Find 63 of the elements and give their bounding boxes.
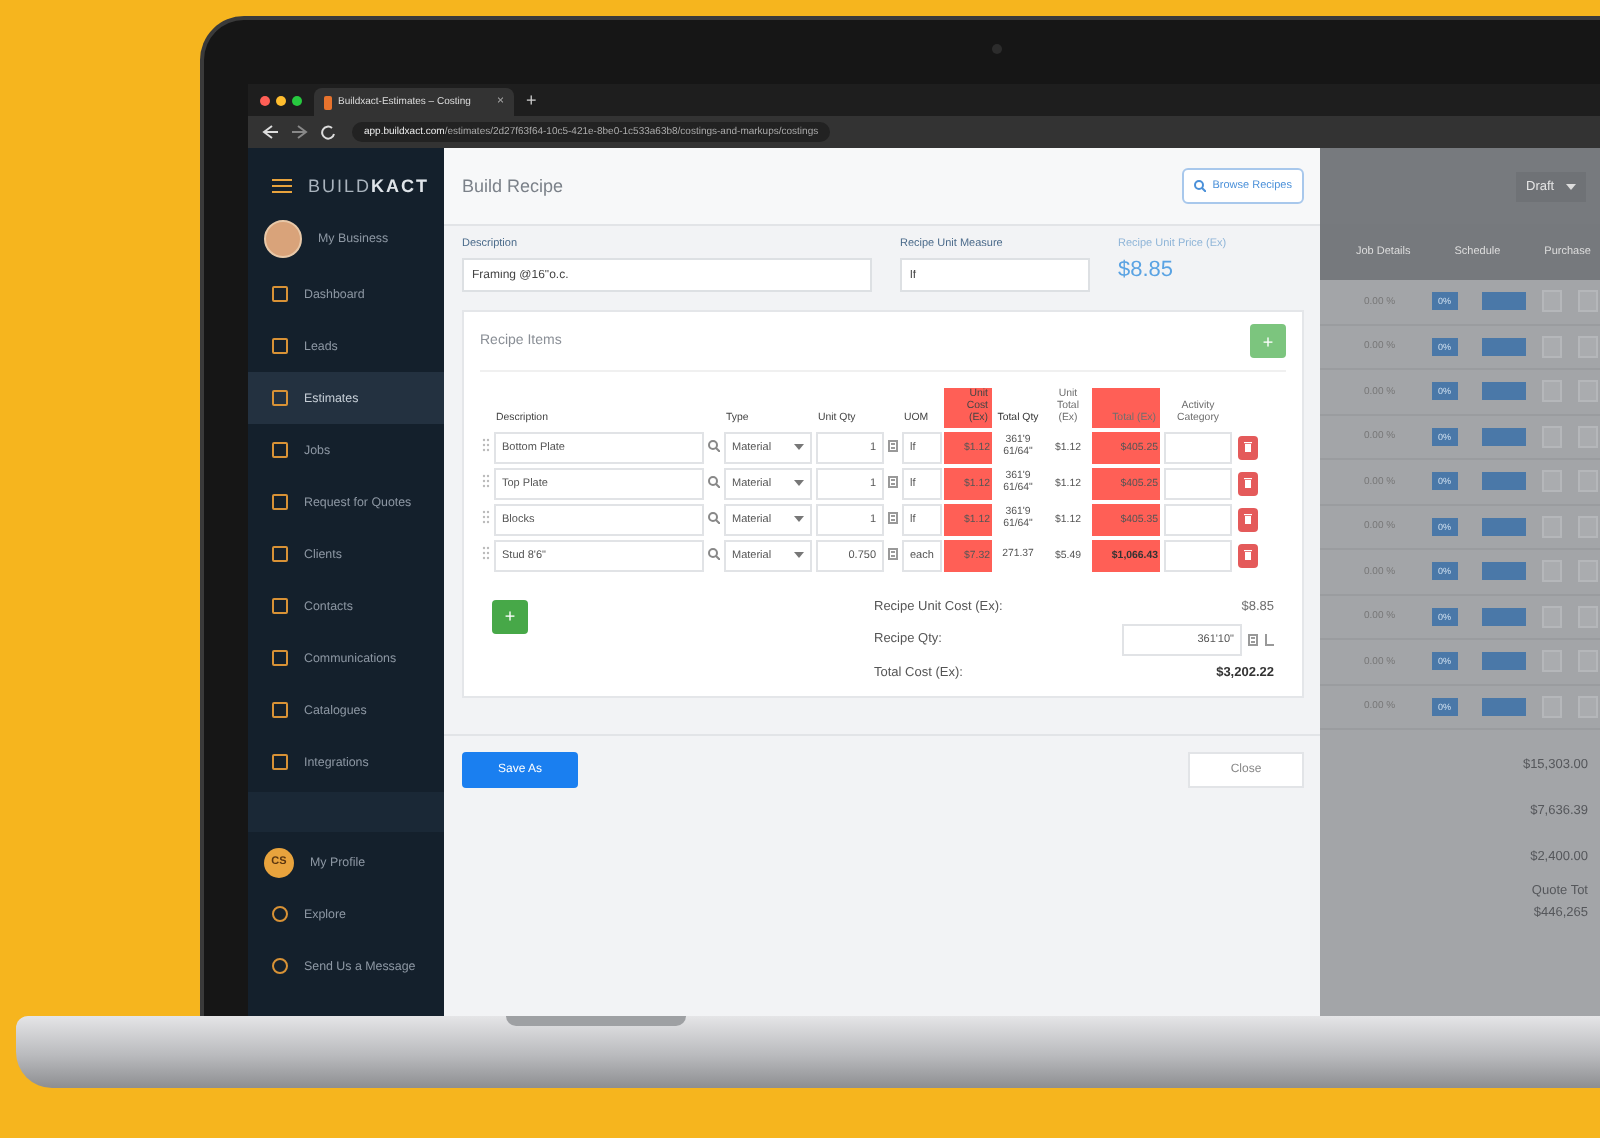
caret-icon — [794, 444, 804, 451]
square-icon — [272, 754, 288, 770]
calculator-icon[interactable] — [888, 547, 898, 560]
trash-icon — [1244, 478, 1252, 489]
caret-icon — [794, 516, 804, 523]
unit-price-value: $8.85 — [1118, 258, 1176, 282]
delete-button[interactable] — [1238, 471, 1258, 496]
activity-category-field[interactable] — [1164, 503, 1232, 536]
square-icon — [272, 546, 288, 562]
activity-category-field[interactable] — [1164, 467, 1232, 500]
search-icon[interactable] — [708, 547, 720, 560]
activity-category-field[interactable] — [1164, 431, 1232, 464]
search-icon[interactable] — [708, 475, 720, 488]
amount-badge — [1481, 382, 1526, 401]
navigation-icon[interactable] — [260, 124, 340, 140]
trash-icon — [1244, 550, 1252, 561]
amount-badge — [1481, 472, 1526, 491]
delete-button[interactable] — [1238, 435, 1258, 460]
trash-icon — [1244, 442, 1252, 453]
calculator-icon[interactable] — [888, 475, 898, 488]
ruler-icon[interactable] — [1264, 633, 1274, 646]
amount-badge — [1481, 607, 1526, 626]
search-icon[interactable] — [708, 439, 720, 452]
circle-icon — [272, 958, 288, 974]
caret-icon — [1566, 183, 1577, 189]
calculator-icon[interactable] — [888, 439, 898, 452]
amount-badge — [1481, 337, 1526, 356]
amount-badge — [1481, 697, 1526, 716]
drag-handle-icon[interactable] — [482, 546, 490, 561]
dialog-title: Build Recipe — [462, 176, 564, 196]
window-controls-icon — [260, 95, 302, 105]
caret-icon — [794, 552, 804, 559]
square-icon — [272, 442, 288, 458]
amount-badge — [1481, 292, 1526, 311]
search-icon — [1194, 180, 1207, 192]
trash-icon — [1244, 514, 1252, 525]
drag-handle-icon[interactable] — [482, 438, 490, 453]
delete-button[interactable] — [1238, 543, 1258, 568]
search-icon[interactable] — [708, 511, 720, 524]
logo-icon — [324, 95, 332, 109]
square-icon — [272, 286, 288, 302]
activity-category-field[interactable] — [1164, 539, 1232, 572]
calculator-icon[interactable] — [888, 511, 898, 524]
square-icon — [272, 338, 288, 354]
square-icon — [272, 702, 288, 718]
drag-handle-icon[interactable] — [482, 474, 490, 489]
drag-handle-icon[interactable] — [482, 510, 490, 525]
delete-button[interactable] — [1238, 507, 1258, 532]
calculator-icon[interactable] — [1248, 633, 1258, 646]
square-icon — [272, 650, 288, 666]
menu-icon[interactable] — [272, 178, 292, 194]
amount-badge — [1481, 427, 1526, 446]
caret-icon — [794, 480, 804, 487]
square-icon — [272, 390, 288, 406]
logo: BUILD KACT — [308, 176, 430, 196]
circle-icon — [272, 906, 288, 922]
new-tab-button[interactable]: + — [526, 90, 537, 110]
square-icon — [272, 494, 288, 510]
amount-badge — [1481, 652, 1526, 671]
amount-badge — [1481, 562, 1526, 581]
square-icon — [272, 598, 288, 614]
amount-badge — [1481, 517, 1526, 536]
avatar-icon — [264, 219, 302, 257]
